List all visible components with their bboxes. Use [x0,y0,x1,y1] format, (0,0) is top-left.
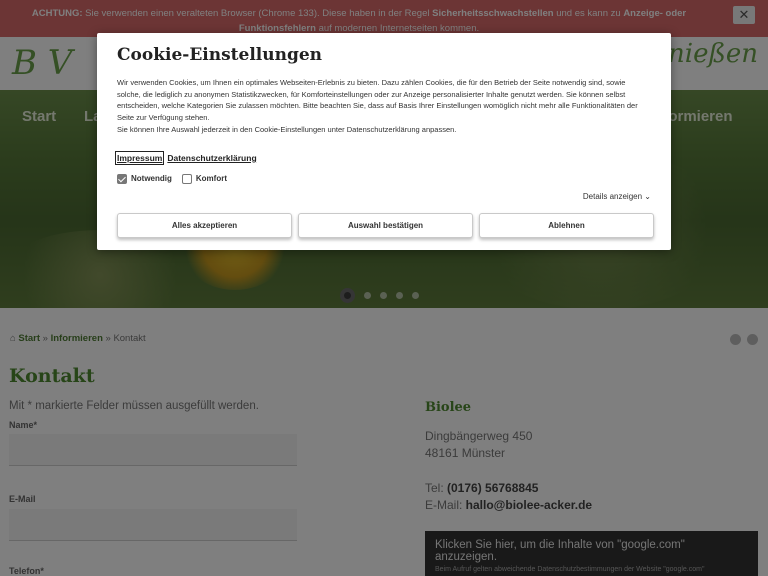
cookie-buttons: Alles akzeptieren Auswahl bestätigen Abl… [117,213,654,238]
accept-all-button[interactable]: Alles akzeptieren [117,213,292,238]
impressum-link[interactable]: Impressum [114,150,165,165]
datenschutz-link[interactable]: Datenschutzerklärung [167,153,256,163]
details-toggle[interactable]: Details anzeigen ⌄ [583,192,651,201]
decline-button[interactable]: Ablehnen [479,213,654,238]
checkbox-komfort-label: Komfort [195,174,227,184]
cookie-categories: Notwendig Komfort [117,173,651,184]
cookie-description: Wir verwenden Cookies, um Ihnen ein opti… [117,78,638,123]
checkbox-komfort[interactable]: Komfort [181,173,227,184]
confirm-selection-button[interactable]: Auswahl bestätigen [298,213,473,238]
cookie-links: Impressum Datenschutzerklärung [114,150,651,165]
checkbox-unchecked-icon[interactable] [181,173,192,184]
checkbox-checked-icon[interactable] [117,173,127,184]
details-label: Details anzeigen [582,192,643,201]
cookie-description-2: Sie können Ihre Auswahl jederzeit in den… [117,124,457,134]
cookie-dialog-title: Cookie-Einstellungen [117,45,323,65]
cookie-dialog: Cookie-Einstellungen Wir verwenden Cooki… [97,33,671,250]
checkbox-notwendig[interactable]: Notwendig [117,173,172,184]
chevron-down-icon: ⌄ [644,192,651,201]
checkbox-notwendig-label: Notwendig [131,174,172,184]
